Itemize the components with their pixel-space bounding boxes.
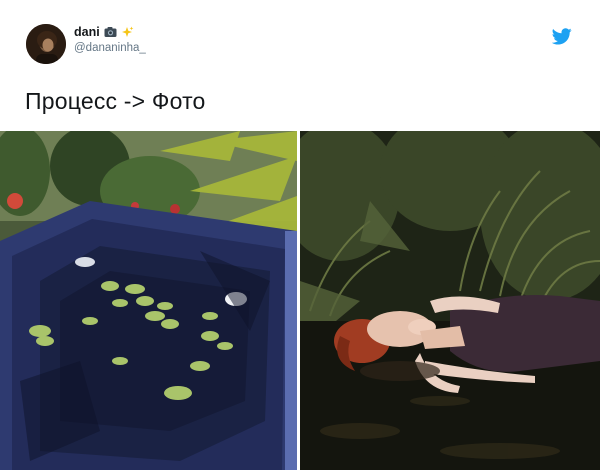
tweet-media — [0, 131, 600, 470]
twitter-bird-icon[interactable] — [551, 28, 572, 45]
tweet-text: Процесс -> Фото — [25, 88, 206, 114]
user-handle[interactable]: @dananinha_ — [74, 42, 146, 54]
avatar[interactable] — [26, 24, 66, 64]
display-name[interactable]: dani — [74, 25, 100, 39]
tweet-header: dani @dananinha_ — [0, 0, 600, 80]
sparkles-emoji-icon — [121, 26, 134, 38]
process-photo[interactable] — [0, 131, 297, 470]
final-photo[interactable] — [300, 131, 600, 470]
camera-emoji-icon — [104, 26, 117, 38]
